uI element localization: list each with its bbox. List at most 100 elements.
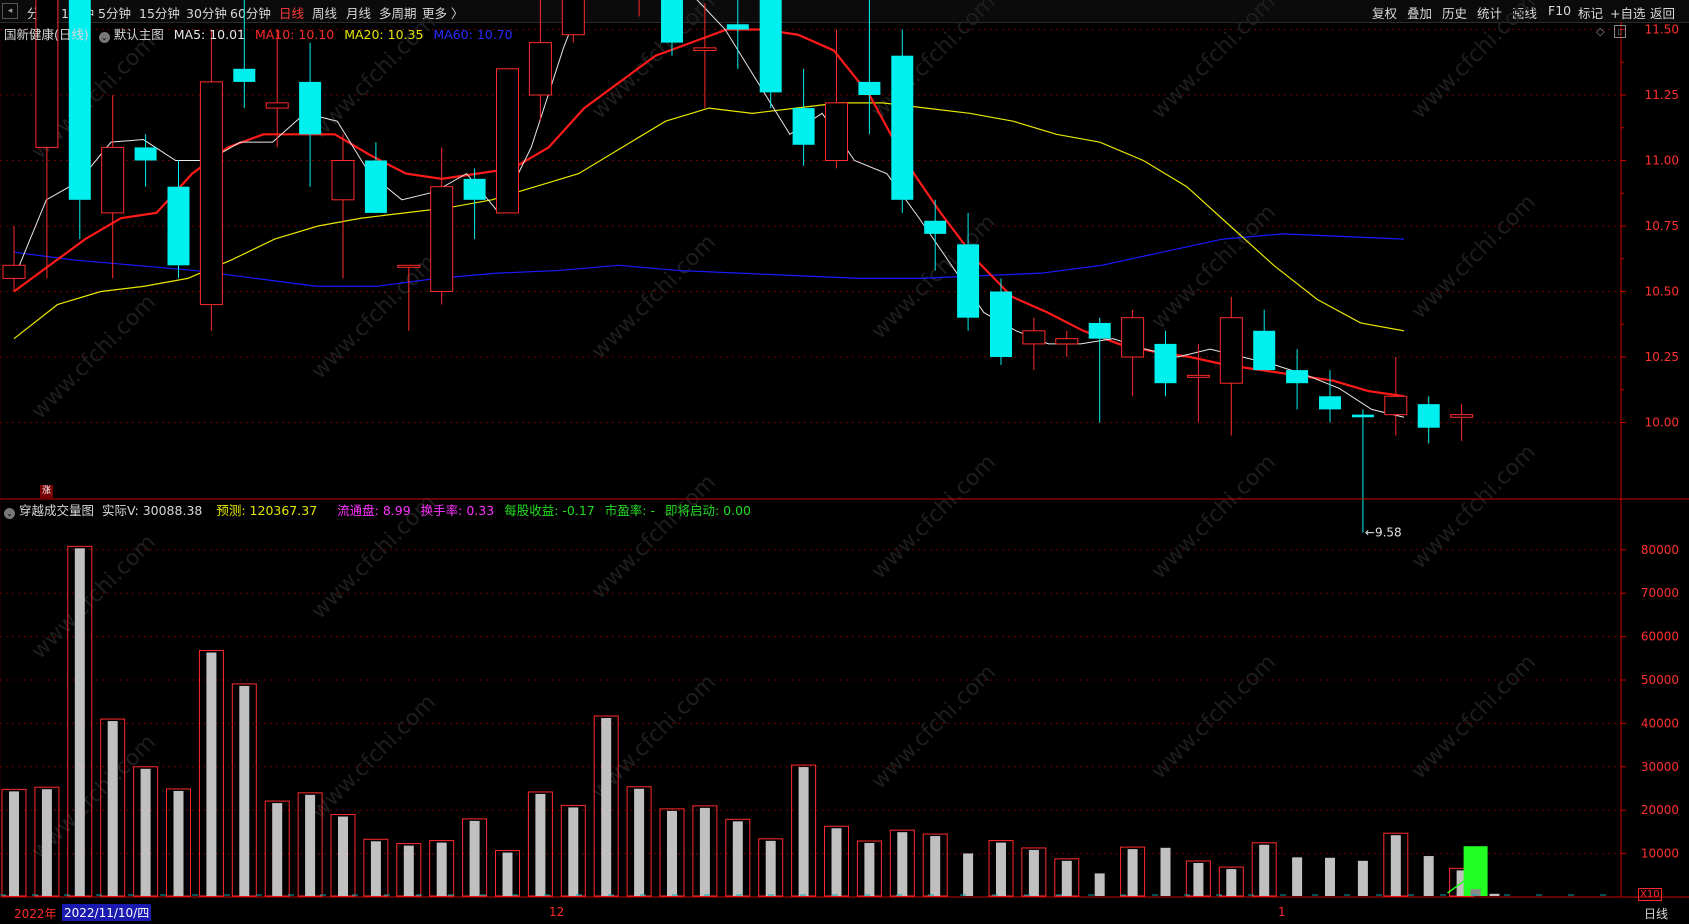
volume-bar [173,790,184,896]
ma20-readout: MA20: 10.35 [344,27,424,42]
volume-tick-label: 40000 [1641,716,1679,730]
candle-body-up [1055,338,1079,345]
ma5-readout: MA5: 10.01 [173,27,245,42]
watermark-text: www.cfchi.com [1407,650,1541,784]
candle-body-down [1351,414,1374,418]
turnover-label: 换手率: [420,503,463,518]
volume-dropdown-icon[interactable]: ⌄ [4,508,15,519]
candle-body-down [1088,322,1111,339]
watermark-text: www.cfchi.com [1407,190,1541,324]
cursor-date: 2022/11/10/四 [62,904,152,921]
volume-bar [502,852,513,896]
watermark-text: www.cfchi.com [307,250,441,384]
volume-bar [699,807,710,896]
candle-body-down [924,220,947,234]
low-price-label: ←9.58 [1365,526,1402,540]
zhang-badge: 涨 [40,485,53,498]
volume-bar [305,794,316,896]
volume-bar [206,652,217,896]
volume-bar [140,768,151,896]
candle-body-down [463,178,486,200]
volume-bar [1094,873,1105,896]
watermark-text: www.cfchi.com [1147,0,1281,124]
float-label: 流通盘: [337,503,379,518]
candle-body-up [496,68,519,214]
candle-body-down [1253,330,1276,371]
volume-bar [1423,856,1434,896]
candle-body-up [693,47,717,51]
volume-bar [403,845,414,896]
pe-value: - [650,503,655,518]
stock-name: 国新健康(日线) [4,27,89,42]
candle-body-down [1286,370,1309,384]
volume-bar [601,718,612,896]
candle-body-down [759,0,782,93]
volume-bar [568,807,579,896]
volume-bar [831,828,842,896]
volume-bar [370,841,381,896]
candle-body-up [1121,317,1145,358]
volume-bar [436,842,447,896]
candle-body-up [1022,330,1046,345]
volume-tick-label: 70000 [1641,586,1679,600]
volume-bar [667,810,677,896]
volume-indicator-name[interactable]: 穿越成交量图 [19,503,94,518]
price-tick-label: 10.75 [1645,219,1679,233]
float-value: 8.99 [382,503,411,518]
volume-bar [1259,844,1270,896]
candle-body-down [1154,343,1177,384]
price-tick-label: 10.50 [1645,285,1679,299]
candle-body-up [561,0,585,36]
volume-unit-badge: X10 [1638,888,1662,901]
price-tick-label: 11.25 [1645,88,1679,102]
candle-body-up [265,102,289,109]
volume-tick-label: 80000 [1641,543,1679,557]
volume-bar [930,836,941,896]
watermark-text: www.cfchi.com [587,230,721,364]
candle-body-up [199,81,223,306]
candle-body-down [891,55,914,200]
volume-bar [9,791,19,896]
candle-body-up [2,264,26,279]
candle-body-up [430,186,454,292]
year-label: 2022年 [14,907,57,921]
candle-body-up [331,160,355,201]
candle-body-up [1450,414,1474,418]
volume-bar [1061,860,1072,896]
panel-toggle-icon[interactable]: ▯ [1614,25,1626,38]
period-label: 日线 [1644,907,1669,921]
month-mark-12: 12 [549,905,565,919]
eps-label: 每股收益: [504,503,559,518]
volume-bar [1160,847,1171,896]
month-mark-1: 1 [1278,905,1286,919]
watermark-text: www.cfchi.com [1147,200,1281,334]
volume-bar [74,548,85,896]
watermark-text: www.cfchi.com [867,660,1001,794]
watermark-text: www.cfchi.com [867,450,1001,584]
candle-body-up [1219,317,1243,384]
price-tick-label: 10.25 [1645,350,1679,364]
candle-body-down [299,81,322,135]
diamond-icon[interactable]: ◇ [1596,25,1604,38]
candle-body-down [233,68,256,82]
forecast-volume-bar [1463,846,1488,896]
indicator-name[interactable]: 默认主图 [114,27,164,42]
ma60-readout: MA60: 10.70 [433,27,513,42]
volume-bar [1325,857,1335,896]
volume-bar [1390,835,1401,896]
watermark-text: www.cfchi.com [27,530,161,664]
candle-body-down [858,81,881,95]
volume-bar [1357,860,1368,896]
turnover-value: 0.33 [466,503,495,518]
candle-body-down [726,24,749,30]
candle-body-down [134,147,157,161]
main-title-row: 国新健康(日线) ⌄ 默认主图 MA5: 10.01 MA10: 10.10 M… [4,24,513,43]
actual-volume: 实际V: 30088.38 [101,503,203,518]
watermark-text: www.cfchi.com [1407,440,1541,574]
candle-body-down [364,160,387,213]
volume-bar [41,789,52,896]
volume-bar [535,793,546,896]
indicator-dropdown-icon[interactable]: ⌄ [98,32,110,43]
volume-bar [1193,862,1204,896]
start-value: 0.00 [723,503,751,518]
